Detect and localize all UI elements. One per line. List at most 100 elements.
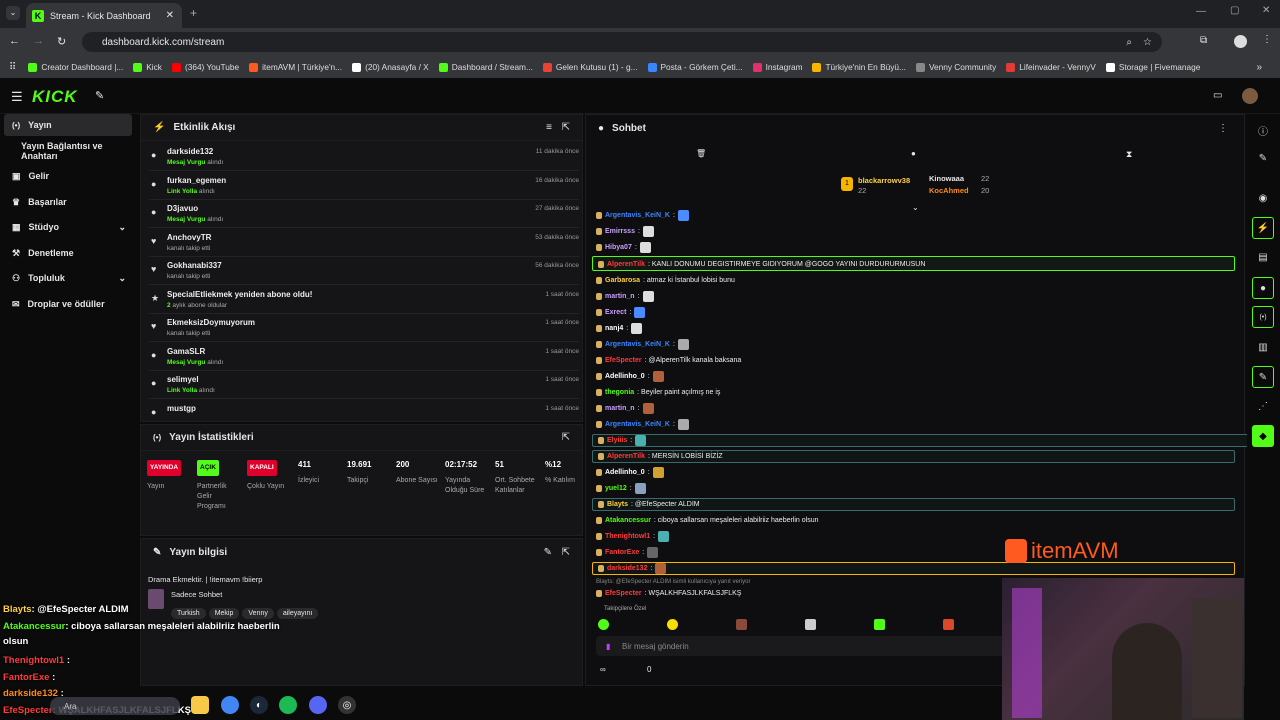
chat-message[interactable]: Argentavis_KeiN_K: [596,418,689,430]
sidebar-item-studyo[interactable]: ▦ Stüdyo ⌄ [4,216,132,238]
activity-row[interactable]: ● GamaSLR Mesaj Vurgu alındı 1 saat önce [149,343,579,371]
chat-settings-icon[interactable]: ∞ [600,665,606,674]
emote-icon[interactable] [943,619,954,630]
maximize-button[interactable]: ▢ [1230,5,1239,16]
forward-icon[interactable]: → [33,35,44,47]
chat-message[interactable]: Adellinho_0: [596,370,664,382]
bookmark-item[interactable]: Posta - Görkem Çeti... [647,62,743,72]
chat-username[interactable]: Garbarosa [605,277,640,284]
chat-username[interactable]: martin_n [605,293,635,300]
chat-username[interactable]: EfeSpecter [605,357,642,364]
chat-message[interactable]: yuel12: [596,482,646,494]
spotify-icon[interactable] [279,696,297,714]
chat-message[interactable]: Elyiiis: [598,434,647,446]
emote-icon[interactable] [805,619,816,630]
tag-chip[interactable]: Turkish [171,608,206,619]
green-app-icon[interactable]: ◆ [1252,425,1274,447]
taskbar-search[interactable]: Ara [50,697,180,715]
activity-row[interactable]: ● D3javuo Mesaj Vurgu alındı 27 dakika önce [149,200,579,228]
chat-message[interactable]: Thenightowl1: [596,530,670,542]
close-tab-icon[interactable]: ✕ [166,10,174,21]
chat-bubble-icon[interactable]: ● [911,149,916,158]
bookmark-item[interactable]: Instagram [752,62,802,72]
chat-username[interactable]: Blayts [607,501,628,508]
steam-icon[interactable]: ◐ [250,696,268,714]
chat-message[interactable]: FantorExe: [596,546,659,558]
activity-row[interactable]: ● darkside132 Mesaj Vurgu alındı 11 dakika … [149,143,579,171]
sidebar-item-topluluk[interactable]: ⚇ Topluluk ⌄ [4,267,132,289]
sidebar-item-denetleme[interactable]: ⚒ Denetleme [4,242,132,264]
chrome-icon[interactable] [221,696,239,714]
chat-message[interactable]: Emirrsss: [596,225,654,237]
screen-icon[interactable]: ▭ [1213,90,1222,101]
bookmark-item[interactable]: Kick [133,62,162,72]
edit-icon[interactable]: ✎ [544,547,552,558]
filter-icon[interactable]: ≡ [546,122,552,133]
popout-icon[interactable]: ⇱ [562,432,570,443]
browser-tab[interactable]: K Stream - Kick Dashboard ✕ [26,3,182,28]
chat-message[interactable]: AlperenTilk: MERSİN LOBİSİ BİZİZ [598,450,723,462]
chat-message[interactable]: thegonia: Beyiler paint açılmış ne iş [596,386,720,398]
reload-icon[interactable]: ↻ [57,35,66,48]
chat-message[interactable]: martin_n: [596,290,654,302]
chat-message[interactable]: nanj4: [596,322,643,334]
zoom-icon[interactable]: ⌕ [1126,37,1132,48]
discord-icon[interactable] [309,696,327,714]
menu-icon[interactable]: ☰ [11,89,23,105]
sidebar-item-yayin[interactable]: (•) Yayın [4,114,132,136]
tools-icon[interactable]: ✎ [1252,366,1274,388]
trash-icon[interactable]: 🗑 [696,149,706,158]
chat-message[interactable]: Hibya07: [596,241,651,253]
activity-row[interactable]: ♥ AnchovyTR kanalı takip etti 53 dakika önc… [149,229,579,257]
chat-username[interactable]: Exrect [605,309,626,316]
chat-icon[interactable]: ● [1252,277,1274,299]
layers-icon[interactable]: ▥ [1252,336,1274,358]
bookmark-item[interactable]: Gelen Kutusu (1) - g... [542,62,638,72]
profile-avatar[interactable] [1234,35,1247,48]
new-tab-button[interactable]: + [190,6,197,20]
popout-icon[interactable]: ⇱ [562,122,570,133]
chat-username[interactable]: FantorExe [605,549,639,556]
bookmark-item[interactable]: Storage | Fivemanage [1105,62,1200,72]
file-explorer-icon[interactable] [191,696,209,714]
extensions-icon[interactable]: ⧉ [1200,35,1207,46]
chat-username[interactable]: Adellinho_0 [605,469,645,476]
lightning-icon[interactable]: ⚡ [1252,217,1274,239]
chat-message[interactable]: Argentavis_KeiN_K: [596,338,689,350]
user-avatar[interactable] [1242,88,1258,104]
browser-menu-icon[interactable]: ⋮ [1262,34,1272,45]
chat-message[interactable]: Adellinho_0: [596,466,664,478]
emote-icon[interactable] [874,619,885,630]
chat-input[interactable]: ▮ Bir mesaj gönderin [596,636,1006,656]
chat-username[interactable]: AlperenTilk [607,261,645,268]
chat-message[interactable]: Garbarosa: atmaz ki İstanbul lobisi bunu [596,274,735,286]
chat-username[interactable]: EfeSpecter [605,590,642,597]
chat-username[interactable]: Argentavis_KeiN_K [605,212,670,219]
emote-icon[interactable] [598,619,609,630]
chat-username[interactable]: AlperenTilk [607,453,645,460]
tab-list-button[interactable]: ⌄ [6,6,20,20]
emote-icon[interactable] [667,619,678,630]
sidebar-item-droplar[interactable]: ✉ Droplar ve ödüller [4,293,132,315]
chat-message[interactable]: Exrect: [596,306,646,318]
sidebar-item-basarilar[interactable]: ♛ Başarılar [4,191,132,213]
activity-row[interactable]: ● furkan_egemen Link Yolla alındı 16 dakika… [149,172,579,200]
url-bar[interactable]: dashboard.kick.com/stream ⌕ ☆ [82,32,1162,52]
chat-message[interactable]: EfeSpecter: @AlperenTilk kanala baksana [596,354,741,366]
chat-message[interactable]: EfeSpecter: WŞALKHFASJLKFALSJFLKŞ [596,587,741,599]
chat-message[interactable]: darkside132: [598,562,667,574]
activity-row[interactable]: ● selimyel Link Yolla alındı 1 saat önce [149,371,579,399]
more-bookmarks-icon[interactable]: » [1256,62,1262,73]
chat-username[interactable]: yuel12 [605,485,627,492]
back-icon[interactable]: ← [9,35,20,47]
bookmark-item[interactable]: Lifeinvader - VennyV [1006,62,1096,72]
bookmark-item[interactable]: Türkiye'nin En Büyü... [812,62,906,72]
chat-username[interactable]: nanj4 [605,325,623,332]
tag-chip[interactable]: aileyayını [276,608,319,619]
chat-menu-icon[interactable]: ⋮ [1218,123,1228,134]
chat-username[interactable]: thegonia [605,389,634,396]
obs-icon[interactable]: ◎ [338,696,356,714]
broadcast-icon[interactable]: (•) [1252,306,1274,328]
bookmark-item[interactable]: Venny Community [915,62,996,72]
chat-username[interactable]: Argentavis_KeiN_K [605,341,670,348]
